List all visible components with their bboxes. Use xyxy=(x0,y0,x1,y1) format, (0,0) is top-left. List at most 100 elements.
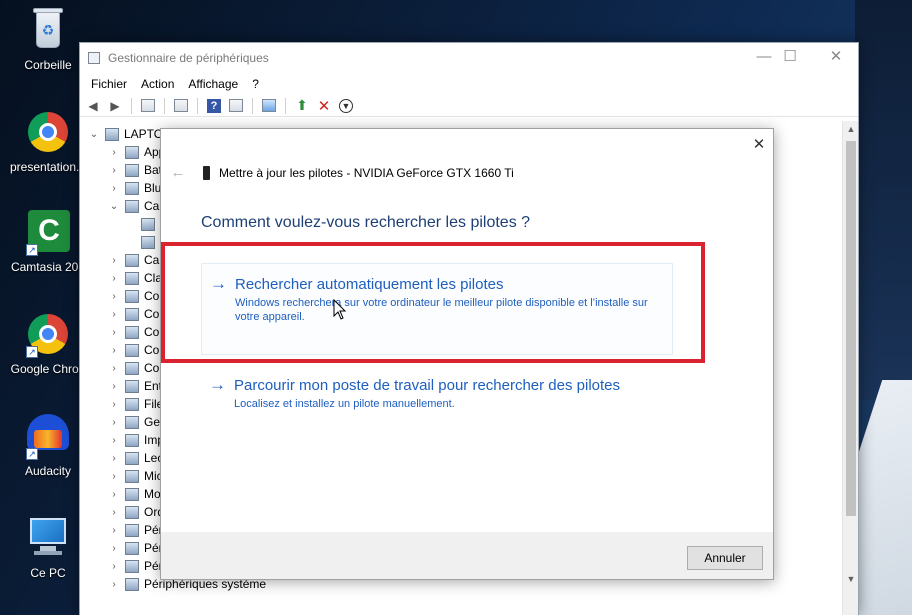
tree-item[interactable]: › Co xyxy=(108,305,159,323)
tree-item[interactable]: › Co xyxy=(108,359,159,377)
close-button[interactable]: ✕ xyxy=(816,46,856,70)
device-category-icon xyxy=(125,199,139,213)
tree-item[interactable]: › Co xyxy=(108,341,159,359)
expand-chevron-icon[interactable]: › xyxy=(108,543,120,554)
expand-chevron-icon[interactable]: › xyxy=(108,381,120,392)
expand-chevron-icon[interactable]: › xyxy=(108,147,120,158)
tree-item[interactable]: › Co xyxy=(108,287,159,305)
expand-chevron-icon[interactable]: › xyxy=(108,507,120,518)
tree-item[interactable]: › Blu xyxy=(108,179,161,197)
menu-bar: Fichier Action Affichage ? xyxy=(80,73,858,95)
scroll-down-icon[interactable]: ▼ xyxy=(843,571,859,587)
device-category-icon xyxy=(125,253,139,267)
window-title: Gestionnaire de périphériques xyxy=(108,51,269,65)
tree-item[interactable]: › Bat xyxy=(108,161,162,179)
expand-chevron-icon[interactable]: › xyxy=(108,255,120,266)
expand-chevron-icon[interactable]: › xyxy=(108,561,120,572)
collapse-chevron-icon[interactable]: ⌄ xyxy=(88,129,100,140)
expand-chevron-icon[interactable]: › xyxy=(108,489,120,500)
uninstall-device-icon[interactable]: ✕ xyxy=(315,97,333,115)
expand-chevron-icon[interactable]: › xyxy=(108,399,120,410)
device-category-icon xyxy=(125,343,139,357)
tree-item[interactable]: › Pér xyxy=(108,557,162,575)
device-category-icon xyxy=(125,289,139,303)
scan-hardware-icon[interactable] xyxy=(260,97,278,115)
device-category-icon xyxy=(125,379,139,393)
device-category-icon xyxy=(141,235,155,249)
expand-chevron-icon[interactable]: › xyxy=(108,525,120,536)
tree-item[interactable]: › Co xyxy=(108,323,159,341)
menu-help[interactable]: ? xyxy=(245,77,266,91)
tree-item-label: Co xyxy=(144,325,160,339)
expand-chevron-icon[interactable]: › xyxy=(108,183,120,194)
expand-chevron-icon[interactable]: › xyxy=(108,417,120,428)
tree-item[interactable]: › Pér xyxy=(108,539,162,557)
forward-arrow-icon[interactable]: ▶ xyxy=(106,97,124,115)
option-description: Localisez et installez un pilote manuell… xyxy=(234,398,455,410)
expand-chevron-icon[interactable]: › xyxy=(108,165,120,176)
tree-item[interactable]: › Ent xyxy=(108,377,162,395)
expand-chevron-icon[interactable]: › xyxy=(108,309,120,320)
shortcut-arrow-icon: ↗ xyxy=(26,448,38,460)
list-view-icon[interactable] xyxy=(172,97,190,115)
camtasia-icon: ↗ xyxy=(24,208,72,256)
update-driver-icon[interactable]: ⬆ xyxy=(293,97,311,115)
option-title: Parcourir mon poste de travail pour rech… xyxy=(234,377,621,394)
device-category-icon xyxy=(125,163,139,177)
menu-affichage[interactable]: Affichage xyxy=(181,77,245,91)
tree-item[interactable]: › Imp xyxy=(108,431,164,449)
tree-item[interactable]: › Cap xyxy=(108,251,166,269)
back-arrow-icon[interactable]: ◀ xyxy=(84,97,102,115)
menu-fichier[interactable]: Fichier xyxy=(84,77,134,91)
tree-item[interactable]: › Pér xyxy=(108,521,162,539)
device-category-icon xyxy=(125,325,139,339)
scroll-up-icon[interactable]: ▲ xyxy=(843,121,859,137)
tree-item[interactable]: › Mo xyxy=(108,485,160,503)
device-category-icon xyxy=(125,487,139,501)
tree-item[interactable]: ⌄ Car xyxy=(108,197,164,215)
device-category-icon xyxy=(125,145,139,159)
expand-chevron-icon[interactable]: › xyxy=(108,273,120,284)
graphics-card-icon xyxy=(203,166,210,180)
expand-chevron-icon[interactable]: › xyxy=(108,471,120,482)
properties-icon[interactable] xyxy=(139,97,157,115)
tree-item[interactable] xyxy=(124,215,160,233)
tree-scrollbar[interactable]: ▲ ▼ xyxy=(842,121,858,615)
device-category-icon xyxy=(125,271,139,285)
device-category-icon xyxy=(125,451,139,465)
menu-action[interactable]: Action xyxy=(134,77,181,91)
tree-item[interactable]: › Cla xyxy=(108,269,162,287)
update-drivers-dialog: ✕ ← Mettre à jour les pilotes - NVIDIA G… xyxy=(160,128,774,580)
maximize-button[interactable]: ☐ xyxy=(770,46,810,70)
tree-item[interactable] xyxy=(124,233,160,251)
expand-chevron-icon[interactable]: › xyxy=(108,345,120,356)
cancel-button[interactable]: Annuler xyxy=(687,546,763,570)
expand-chevron-icon[interactable]: › xyxy=(108,579,120,590)
option-search-automatically[interactable]: → Rechercher automatiquement les pilotes… xyxy=(201,263,673,355)
back-arrow-icon[interactable]: ← xyxy=(169,164,187,182)
tree-item[interactable]: › App xyxy=(108,143,165,161)
expand-chevron-icon[interactable]: › xyxy=(108,363,120,374)
expand-chevron-icon[interactable]: › xyxy=(108,291,120,302)
tree-item[interactable]: › Ord xyxy=(108,503,164,521)
tree-item[interactable]: › Ges xyxy=(108,413,166,431)
tree-item[interactable]: › Mic xyxy=(108,467,162,485)
shortcut-arrow-icon: ↗ xyxy=(26,346,38,358)
tree-item[interactable]: › File xyxy=(108,395,163,413)
dialog-footer xyxy=(161,532,773,579)
dialog-header-title: Mettre à jour les pilotes - NVIDIA GeFor… xyxy=(219,166,514,180)
expand-chevron-icon[interactable]: › xyxy=(108,327,120,338)
expand-chevron-icon[interactable]: › xyxy=(108,453,120,464)
details-view-icon[interactable] xyxy=(227,97,245,115)
option-browse-computer[interactable]: → Parcourir mon poste de travail pour re… xyxy=(201,365,673,421)
dialog-close-icon[interactable]: ✕ xyxy=(749,135,769,155)
scroll-thumb[interactable] xyxy=(846,141,856,516)
help-icon[interactable]: ? xyxy=(205,97,223,115)
title-bar[interactable]: Gestionnaire de périphériques — ☐ ✕ xyxy=(80,43,858,73)
tree-item[interactable]: › Lec xyxy=(108,449,163,467)
right-arrow-icon: → xyxy=(209,375,226,394)
tree-root[interactable]: ⌄ LAPTOP xyxy=(88,125,171,143)
collapse-chevron-icon[interactable]: ⌄ xyxy=(108,201,120,212)
expand-chevron-icon[interactable]: › xyxy=(108,435,120,446)
disable-device-icon[interactable]: ▼ xyxy=(337,97,355,115)
